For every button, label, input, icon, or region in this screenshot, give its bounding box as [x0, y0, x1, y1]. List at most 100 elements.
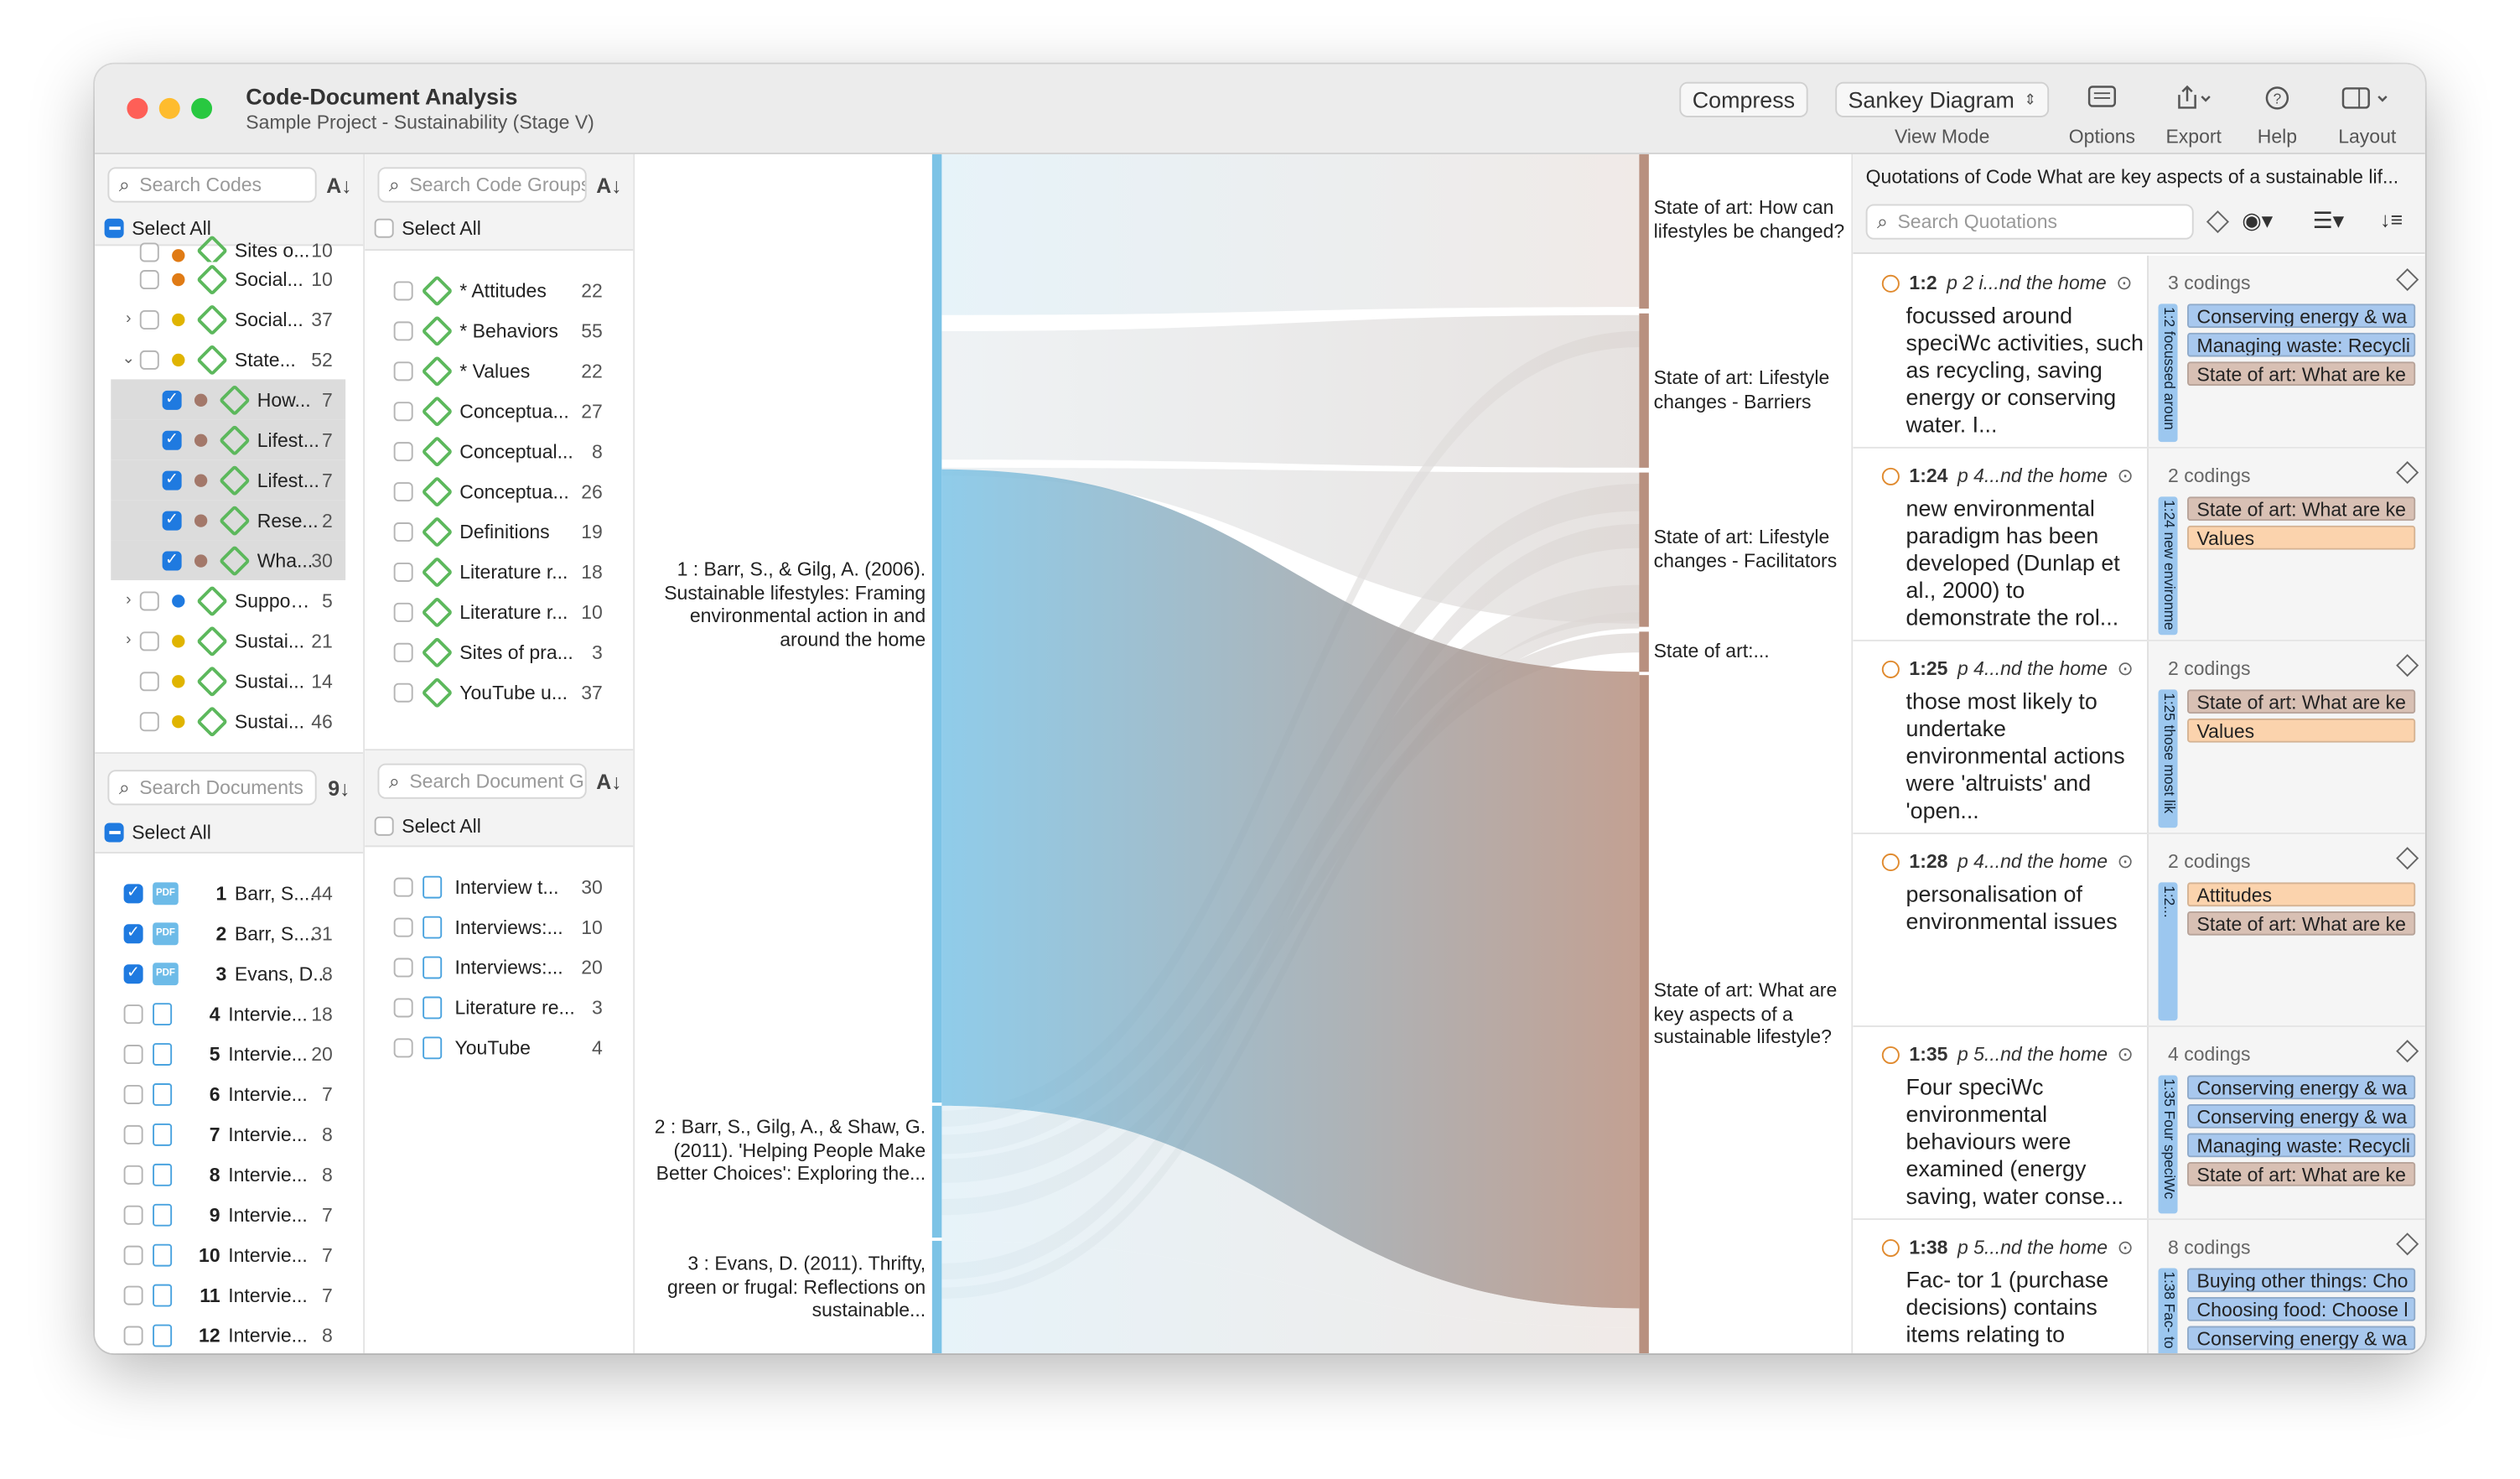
code-group-list-item[interactable]: * Values 22 — [365, 350, 633, 391]
go-to-arrow-icon[interactable]: ⊙ — [2118, 850, 2134, 873]
document-checkbox[interactable] — [123, 1164, 143, 1184]
code-checkbox[interactable] — [139, 309, 159, 330]
list-menu-icon[interactable]: ☰▾ — [2313, 207, 2345, 235]
disclosure-chevron-icon[interactable]: › — [117, 631, 140, 649]
code-group-checkbox[interactable] — [393, 441, 413, 461]
document-list-item[interactable]: 9 Intervie... 7 — [95, 1194, 363, 1234]
code-group-list-item[interactable]: YouTube u... 37 — [365, 672, 633, 712]
disclosure-chevron-icon[interactable]: › — [117, 591, 140, 609]
sankey-left-node[interactable] — [931, 1240, 942, 1354]
code-checkbox[interactable]: ✓ — [162, 550, 182, 570]
code-group-checkbox[interactable] — [393, 601, 413, 621]
document-group-checkbox[interactable] — [393, 957, 413, 977]
document-list-item[interactable]: 5 Intervie... 20 — [95, 1034, 363, 1074]
code-tag[interactable]: Values — [2187, 525, 2416, 550]
document-list-item[interactable]: ✓ PDF 3 Evans, D... 8 — [95, 953, 363, 994]
code-checkbox[interactable]: ✓ — [162, 510, 182, 530]
code-tag[interactable]: Choosing food: Choose l — [2187, 1297, 2416, 1321]
code-tag[interactable]: State of art: What are ke — [2187, 911, 2416, 936]
go-to-arrow-icon[interactable]: ⊙ — [2118, 657, 2134, 680]
document-checkbox[interactable] — [123, 1325, 143, 1345]
sankey-flow[interactable] — [941, 314, 1640, 468]
code-group-list-item[interactable]: Conceptua... 26 — [365, 471, 633, 511]
code-list-item[interactable]: ⌄ State... 52 — [95, 339, 363, 379]
go-to-arrow-icon[interactable]: ⊙ — [2118, 464, 2134, 487]
code-list-item[interactable]: Social... 10 — [95, 259, 363, 299]
document-group-list-item[interactable]: Interviews:... 10 — [365, 906, 633, 947]
disclosure-chevron-icon[interactable]: › — [117, 310, 140, 328]
document-list-item[interactable]: ✓ PDF 1 Barr, S.... 44 — [95, 873, 363, 913]
sankey-right-node[interactable] — [1639, 154, 1649, 309]
code-groups-select-all[interactable]: Select All — [374, 217, 481, 240]
quotation-item[interactable]: 1:28 p 4...nd the home ⊙ personalisation of… — [1853, 833, 2425, 1027]
code-tag[interactable]: Conserving energy & wa — [2187, 1103, 2416, 1129]
document-list-item[interactable]: 12 Intervie... 8 — [95, 1315, 363, 1353]
code-tag[interactable]: State of art: What are ke — [2187, 496, 2416, 522]
sort-icon[interactable]: ↓≡ — [2380, 207, 2403, 231]
code-tag[interactable]: Managing waste: Recycli — [2187, 1133, 2416, 1158]
codes-search-input[interactable]: ⌕ Search Codes — [107, 167, 317, 203]
sankey-right-node[interactable] — [1639, 675, 1649, 1354]
select-all-checkbox[interactable] — [374, 218, 394, 238]
select-all-checkbox[interactable] — [104, 823, 124, 843]
code-tag[interactable]: State of art: What are ke — [2187, 1161, 2416, 1186]
code-groups-search-input[interactable]: ⌕ Search Code Groups — [377, 167, 587, 203]
quotation-item[interactable]: 1:2 p 2 i...nd the home ⊙ focussed around s… — [1853, 255, 2425, 449]
code-checkbox[interactable]: ✓ — [162, 389, 182, 409]
document-group-list-item[interactable]: Literature re... 3 — [365, 987, 633, 1027]
document-list-item[interactable]: 11 Intervie... 7 — [95, 1274, 363, 1315]
document-checkbox[interactable]: ✓ — [123, 923, 143, 943]
document-list-item[interactable]: 7 Intervie... 8 — [95, 1113, 363, 1154]
document-checkbox[interactable] — [123, 1124, 143, 1144]
code-group-checkbox[interactable] — [393, 361, 413, 381]
disclosure-chevron-icon[interactable]: ⌄ — [117, 350, 140, 368]
code-group-list-item[interactable]: Literature r... 10 — [365, 591, 633, 631]
code-tag[interactable]: Values — [2187, 718, 2416, 743]
sankey-left-node[interactable] — [931, 1105, 942, 1238]
document-group-checkbox[interactable] — [393, 916, 413, 937]
code-group-checkbox[interactable] — [393, 401, 413, 421]
document-checkbox[interactable]: ✓ — [123, 963, 143, 983]
code-list-item[interactable]: ✓ Lifest... 7 — [111, 459, 346, 501]
minimize-window-button[interactable] — [158, 97, 180, 119]
document-list-item[interactable]: 8 Intervie... 8 — [95, 1154, 363, 1194]
sankey-right-node[interactable] — [1639, 313, 1649, 468]
document-group-checkbox[interactable] — [393, 997, 413, 1017]
sankey-left-node[interactable] — [931, 154, 942, 1103]
sankey-flow[interactable] — [941, 154, 1640, 315]
code-list-item[interactable]: ✓ Wha... 30 — [111, 540, 346, 581]
sort-az-icon[interactable]: A↓ — [596, 769, 622, 793]
add-code-icon[interactable] — [2396, 1232, 2419, 1256]
quotation-item[interactable]: 1:35 p 5...nd the home ⊙ Four speciWc envir… — [1853, 1026, 2425, 1221]
code-tag[interactable]: Conserving energy & wa — [2187, 304, 2416, 329]
document-list-item[interactable]: 6 Intervie... 7 — [95, 1074, 363, 1114]
code-tag[interactable]: Buying other things: Cho — [2187, 1268, 2416, 1293]
export-button[interactable] — [2165, 85, 2222, 116]
add-code-icon[interactable] — [2396, 461, 2419, 485]
code-group-checkbox[interactable] — [393, 561, 413, 581]
document-list-item[interactable]: 4 Intervie... 18 — [95, 994, 363, 1034]
code-checkbox[interactable]: ✓ — [162, 470, 182, 490]
code-group-list-item[interactable]: Literature r... 18 — [365, 552, 633, 592]
code-group-list-item[interactable]: Definitions 19 — [365, 511, 633, 552]
code-group-list-item[interactable]: Sites of pra... 3 — [365, 631, 633, 672]
document-group-checkbox[interactable] — [393, 1037, 413, 1057]
code-group-checkbox[interactable] — [393, 641, 413, 662]
code-tag[interactable]: Conserving energy & wa — [2187, 1326, 2416, 1351]
visibility-eye-icon[interactable]: ◉▾ — [2242, 207, 2273, 235]
sort-az-icon[interactable]: A↓ — [596, 173, 622, 197]
add-code-icon[interactable] — [2396, 847, 2419, 870]
add-code-icon[interactable] — [2396, 1040, 2419, 1063]
quotation-item[interactable]: 1:25 p 4...nd the home ⊙ those most likely … — [1853, 641, 2425, 834]
code-list-item[interactable]: › Support... 5 — [95, 580, 363, 620]
document-checkbox[interactable]: ✓ — [123, 883, 143, 903]
code-tag[interactable]: Conserving energy & wa — [2187, 1075, 2416, 1100]
quotations-search-input[interactable]: ⌕ Search Quotations — [1865, 204, 2194, 240]
code-list-item[interactable]: ✓ Lifest... 7 — [111, 419, 346, 460]
code-list-item[interactable]: Sites o... 10 — [95, 235, 363, 262]
code-tag[interactable]: Attitudes — [2187, 882, 2416, 907]
code-list-item[interactable]: › Social... 37 — [95, 299, 363, 340]
go-to-arrow-icon[interactable]: ⊙ — [2116, 272, 2132, 294]
code-group-checkbox[interactable] — [393, 682, 413, 702]
document-group-checkbox[interactable] — [393, 876, 413, 896]
